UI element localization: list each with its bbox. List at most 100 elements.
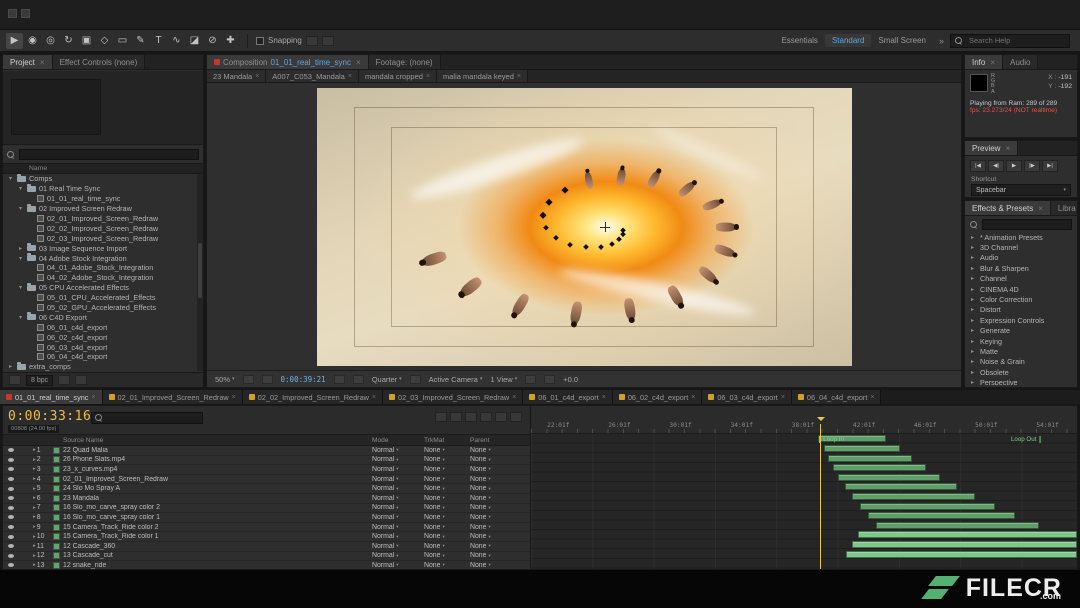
comp-tab-mandala-cropped[interactable]: mandala cropped× <box>359 70 437 82</box>
effects-category-noise-grain[interactable]: ▸Noise & Grain <box>965 357 1077 367</box>
close-icon[interactable]: × <box>517 73 521 80</box>
layer-parent-select[interactable]: None▾ <box>470 504 530 511</box>
layer-color-label[interactable] <box>53 552 60 559</box>
timeline-tab-06-01-c4d-export[interactable]: 06_01_c4d_export× <box>523 390 613 404</box>
layer-mode-select[interactable]: Normal▾ <box>372 485 424 492</box>
chevron-right-icon[interactable]: ▸ <box>971 234 977 241</box>
folder-toggle-icon[interactable]: ▾ <box>17 185 24 192</box>
layer-trkmat-select[interactable]: None▾ <box>424 533 470 540</box>
chevron-right-icon[interactable]: ▸ <box>971 327 977 334</box>
loop-out-marker[interactable]: Loop Out <box>1011 436 1040 443</box>
chevron-right-icon[interactable]: ▸ <box>971 358 977 365</box>
shape-tool[interactable]: ▭ <box>114 33 131 49</box>
layer-row-6[interactable]: ▸623 MandalaNormal▾None▾None▾ <box>3 494 530 504</box>
layer-mode-select[interactable]: Normal▾ <box>372 514 424 521</box>
project-item-04-adobe-stock-integration[interactable]: ▾04 Adobe Stock Integration <box>3 253 196 263</box>
workspace-standard[interactable]: Standard <box>825 34 871 47</box>
visibility-eye-icon[interactable] <box>8 506 14 510</box>
trkmat-column[interactable]: TrkMat <box>424 437 470 444</box>
chevron-right-icon[interactable]: ▸ <box>971 348 977 355</box>
visibility-eye-icon[interactable] <box>8 496 14 500</box>
layer-parent-select[interactable]: None▾ <box>470 552 530 559</box>
layer-mode-select[interactable]: Normal▾ <box>372 495 424 502</box>
visibility-eye-icon[interactable] <box>8 535 14 539</box>
effects-category-keying[interactable]: ▸Keying <box>965 336 1077 346</box>
layer-source-name[interactable]: 02_01_Improved_Screen_Redraw <box>63 476 372 483</box>
layer-duration-bar-6[interactable] <box>845 483 957 490</box>
layer-row-1[interactable]: ▸122 Quad MaliaNormal▾None▾None▾ <box>3 446 530 456</box>
project-item-02-01-improved-screen-redraw[interactable]: 02_01_Improved_Screen_Redraw <box>3 214 196 224</box>
effects-category-color-correction[interactable]: ▸Color Correction <box>965 294 1077 304</box>
layer-color-label[interactable] <box>53 524 60 531</box>
project-item-04-01-adobe-stock-integration[interactable]: 04_01_Adobe_Stock_Integration <box>3 263 196 273</box>
effects-category-obsolete[interactable]: ▸Obsolete <box>965 367 1077 377</box>
timeline-tab-06-04-c4d-export[interactable]: 06_04_c4d_export× <box>792 390 882 404</box>
timeline-tab-06-03-c4d-export[interactable]: 06_03_c4d_export× <box>702 390 792 404</box>
visibility-eye-icon[interactable] <box>8 467 14 471</box>
layer-trkmat-select[interactable]: None▾ <box>424 543 470 550</box>
layer-trkmat-select[interactable]: None▾ <box>424 456 470 463</box>
close-icon[interactable]: × <box>356 58 361 67</box>
project-item-05-01-cpu-accelerated-effects[interactable]: 05_01_CPU_Accelerated_Effects <box>3 293 196 303</box>
unified-camera-tool[interactable]: ▣ <box>78 33 95 49</box>
project-item-05-cpu-accelerated-effects[interactable]: ▾05 CPU Accelerated Effects <box>3 283 196 293</box>
layer-row-3[interactable]: ▸323_x_curves.mp4Normal▾None▾None▾ <box>3 465 530 475</box>
chevron-right-icon[interactable]: ▸ <box>971 254 977 261</box>
scrollbar-thumb[interactable] <box>198 243 202 298</box>
project-item-06-c4d-export[interactable]: ▾06 C4D Export <box>3 312 196 322</box>
layer-mode-select[interactable]: Normal▾ <box>372 447 424 454</box>
layer-twirl-icon[interactable]: ▸ <box>33 514 36 520</box>
effects-category-distort[interactable]: ▸Distort <box>965 305 1077 315</box>
chevron-right-icon[interactable]: ▸ <box>971 286 977 293</box>
layer-trkmat-select[interactable]: None▾ <box>424 466 470 473</box>
close-icon[interactable]: × <box>426 73 430 80</box>
chevron-right-icon[interactable]: ▸ <box>971 306 977 313</box>
layer-twirl-icon[interactable]: ▸ <box>33 562 36 568</box>
layer-row-12[interactable]: ▸1213 Cascade_cutNormal▾None▾None▾ <box>3 552 530 562</box>
project-search-input[interactable] <box>19 149 199 160</box>
layer-duration-bar-2[interactable] <box>824 445 900 452</box>
loop-in-marker[interactable]: Loop In <box>819 436 844 443</box>
project-item-01-01-real-time-sync[interactable]: 01_01_real_time_sync <box>3 194 196 204</box>
tab-footage[interactable]: Footage: (none) <box>369 55 441 69</box>
timeline-tab-02-01-improved-screen-redraw[interactable]: 02_01_Improved_Screen_Redraw× <box>103 390 243 404</box>
visibility-eye-icon[interactable] <box>8 563 14 567</box>
layer-twirl-icon[interactable]: ▸ <box>33 447 36 453</box>
effects-category-matte[interactable]: ▸Matte <box>965 346 1077 356</box>
close-icon[interactable]: × <box>91 394 95 401</box>
layer-color-label[interactable] <box>53 495 60 502</box>
layer-source-name[interactable]: 15 Camera_Track_Ride color 1 <box>63 533 372 540</box>
layer-row-5[interactable]: ▸524 Slo Mo Spray ANormal▾None▾None▾ <box>3 484 530 494</box>
tab-project[interactable]: Project × <box>3 55 53 69</box>
layer-source-name[interactable]: 22 Quad Malia <box>63 447 372 454</box>
parent-column[interactable]: Parent <box>470 437 530 444</box>
layer-duration-bar-8[interactable] <box>860 503 995 510</box>
visibility-eye-icon[interactable] <box>8 544 14 548</box>
folder-toggle-icon[interactable]: ▸ <box>17 245 24 252</box>
layer-color-label[interactable] <box>53 562 60 569</box>
visibility-eye-icon[interactable] <box>8 525 14 529</box>
folder-toggle-icon[interactable]: ▾ <box>17 284 24 291</box>
project-item-06-02-c4d-export[interactable]: 06_02_c4d_export <box>3 332 196 342</box>
layer-mode-select[interactable]: Normal▾ <box>372 552 424 559</box>
effects-category-generate[interactable]: ▸Generate <box>965 326 1077 336</box>
layer-parent-select[interactable]: None▾ <box>470 485 530 492</box>
effects-category-expression-controls[interactable]: ▸Expression Controls <box>965 315 1077 325</box>
layer-source-name[interactable]: 26 Phone Slats.mp4 <box>63 456 372 463</box>
chevron-right-icon[interactable]: ▸ <box>971 338 977 345</box>
layer-color-label[interactable] <box>53 466 60 473</box>
layer-duration-bar-3[interactable] <box>828 455 912 462</box>
project-flowchart-icon[interactable] <box>9 375 21 385</box>
visibility-eye-icon[interactable] <box>8 554 14 558</box>
tab-effects-presets[interactable]: Effects & Presets × <box>965 201 1051 215</box>
layer-twirl-icon[interactable]: ▸ <box>33 495 36 501</box>
close-icon[interactable]: × <box>1038 204 1043 213</box>
timeline-tab-02-03-improved-screen-redraw[interactable]: 02_03_Improved_Screen_Redraw× <box>383 390 523 404</box>
app-icon[interactable] <box>8 9 17 18</box>
current-time-display[interactable]: 0:00:33:16 <box>8 409 91 424</box>
project-item-01-real-time-sync[interactable]: ▾01 Real Time Sync <box>3 184 196 194</box>
visibility-eye-icon[interactable] <box>8 515 14 519</box>
workspace-small-screen[interactable]: Small Screen <box>871 34 933 47</box>
chevron-right-icon[interactable]: ▸ <box>971 244 977 251</box>
layer-duration-bar-9[interactable] <box>868 512 1015 519</box>
